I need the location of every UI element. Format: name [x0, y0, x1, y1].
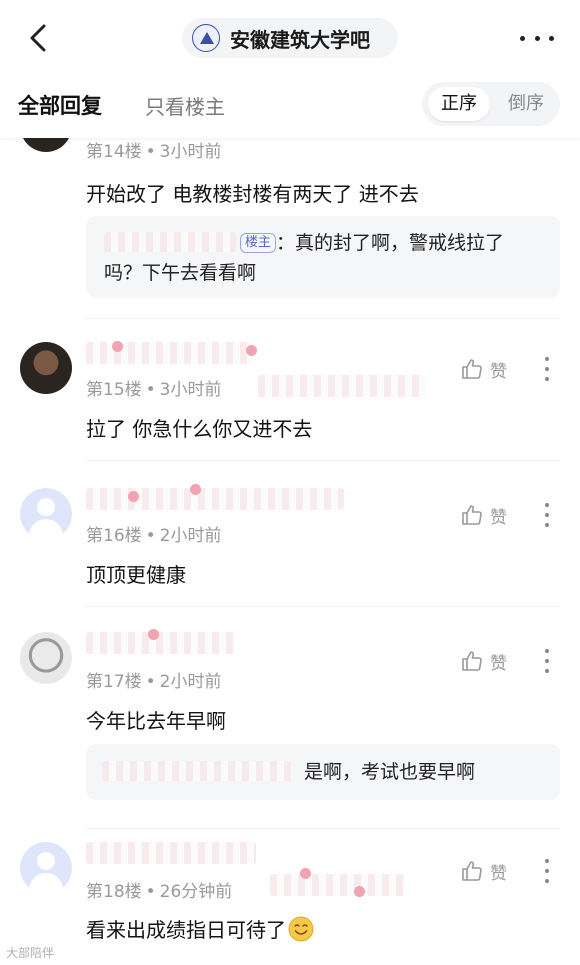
sub-reply[interactable]: 是啊，考试也要早啊: [86, 744, 560, 800]
smile-emoji-icon: [288, 916, 314, 942]
reply-meta: 第17楼 • 2小时前: [86, 672, 222, 692]
thumbs-up-icon: [462, 505, 482, 525]
peach-decoration: [128, 491, 139, 502]
like-button[interactable]: 赞: [460, 354, 522, 384]
tab-all-replies[interactable]: 全部回复: [18, 90, 102, 120]
avatar[interactable]: [20, 842, 72, 894]
reply-meta: 第16楼 • 2小时前: [86, 526, 222, 546]
divider: [86, 318, 560, 319]
peach-decoration: [300, 868, 311, 879]
forum-title-pill[interactable]: 安徽建筑大学吧: [182, 18, 398, 58]
reply-meta: 第14楼 • 3小时前: [86, 142, 222, 162]
reply-content: 看来出成绩指日可待了: [86, 914, 314, 943]
divider: [86, 828, 560, 829]
sort-desc-button[interactable]: 倒序: [498, 87, 554, 121]
username-blurred: [86, 842, 256, 864]
sub-reply-text: 是啊，考试也要早啊: [304, 761, 476, 783]
peach-decoration: [246, 345, 257, 356]
peach-decoration: [190, 484, 201, 495]
tail-blurred: [270, 874, 406, 896]
post-time: 26分钟前: [159, 882, 233, 902]
divider: [86, 606, 560, 607]
peach-decoration: [148, 629, 159, 640]
sort-toggle: 正序 倒序: [422, 82, 560, 126]
watermark: 大部陪伴: [6, 946, 55, 960]
divider: [86, 460, 560, 461]
more-vertical-icon: [545, 503, 549, 507]
reply-more-button[interactable]: [538, 646, 556, 676]
avatar[interactable]: [20, 488, 72, 540]
like-label: 赞: [490, 507, 507, 528]
floor-number: 第15楼: [86, 380, 142, 400]
post-time: 3小时前: [159, 380, 222, 400]
chevron-left-icon: [30, 24, 46, 52]
username-blurred: [104, 232, 236, 252]
more-vertical-icon: [545, 357, 549, 361]
more-vertical-icon: [545, 859, 549, 863]
like-label: 赞: [490, 863, 507, 884]
back-button[interactable]: [22, 20, 58, 56]
reply-more-button[interactable]: [538, 500, 556, 530]
avatar[interactable]: [20, 138, 72, 152]
more-button[interactable]: [520, 26, 554, 50]
thumbs-up-icon: [462, 861, 482, 881]
post-time: 3小时前: [159, 142, 222, 162]
like-label: 赞: [490, 361, 507, 382]
like-button[interactable]: 赞: [460, 856, 522, 886]
reply-more-button[interactable]: [538, 856, 556, 886]
reply-more-button[interactable]: [538, 354, 556, 384]
reply-content: 拉了 你急什么你又进不去: [86, 417, 313, 441]
forum-title: 安徽建筑大学吧: [230, 27, 370, 52]
more-horizontal-icon: [520, 35, 525, 41]
reply-content: 顶顶更健康: [86, 563, 186, 587]
floor-number: 第14楼: [86, 142, 142, 162]
reply-meta: 第18楼 • 26分钟前: [86, 882, 233, 902]
like-button[interactable]: 赞: [460, 646, 522, 676]
op-badge: 楼主: [240, 233, 277, 253]
like-button[interactable]: 赞: [460, 500, 522, 530]
top-bar: 安徽建筑大学吧: [0, 0, 580, 78]
post-time: 2小时前: [159, 526, 222, 546]
username-blurred: [86, 632, 234, 654]
peach-decoration: [354, 886, 365, 897]
forum-logo: [192, 24, 220, 52]
avatar[interactable]: [20, 632, 72, 684]
thumbs-up-icon: [462, 359, 482, 379]
reply-meta: 第15楼 • 3小时前: [86, 380, 222, 400]
floor-number: 第18楼: [86, 882, 142, 902]
filter-bar: 全部回复 只看楼主 正序 倒序: [0, 78, 580, 138]
thumbs-up-icon: [462, 651, 482, 671]
reply-content: 开始改了 电教楼封楼有两天了 进不去: [86, 182, 419, 206]
peach-decoration: [112, 341, 123, 352]
username-blurred: [86, 488, 344, 510]
sub-reply[interactable]: 楼主 ：真的封了啊，警戒线拉了 吗？下午去看看啊: [86, 216, 560, 298]
floor-number: 第16楼: [86, 526, 142, 546]
reply-content: 今年比去年早啊: [86, 709, 226, 733]
more-vertical-icon: [545, 649, 549, 653]
post-time: 2小时前: [159, 672, 222, 692]
floor-number: 第17楼: [86, 672, 142, 692]
like-label: 赞: [490, 653, 507, 674]
tail-blurred: [258, 375, 426, 397]
reply-feed[interactable]: 第14楼 • 3小时前 开始改了 电教楼封楼有两天了 进不去 楼主 ：真的封了啊，警戒…: [0, 138, 580, 965]
tab-op-only[interactable]: 只看楼主: [145, 91, 225, 120]
avatar[interactable]: [20, 342, 72, 394]
username-blurred: [102, 761, 292, 781]
sort-asc-button[interactable]: 正序: [428, 87, 490, 121]
